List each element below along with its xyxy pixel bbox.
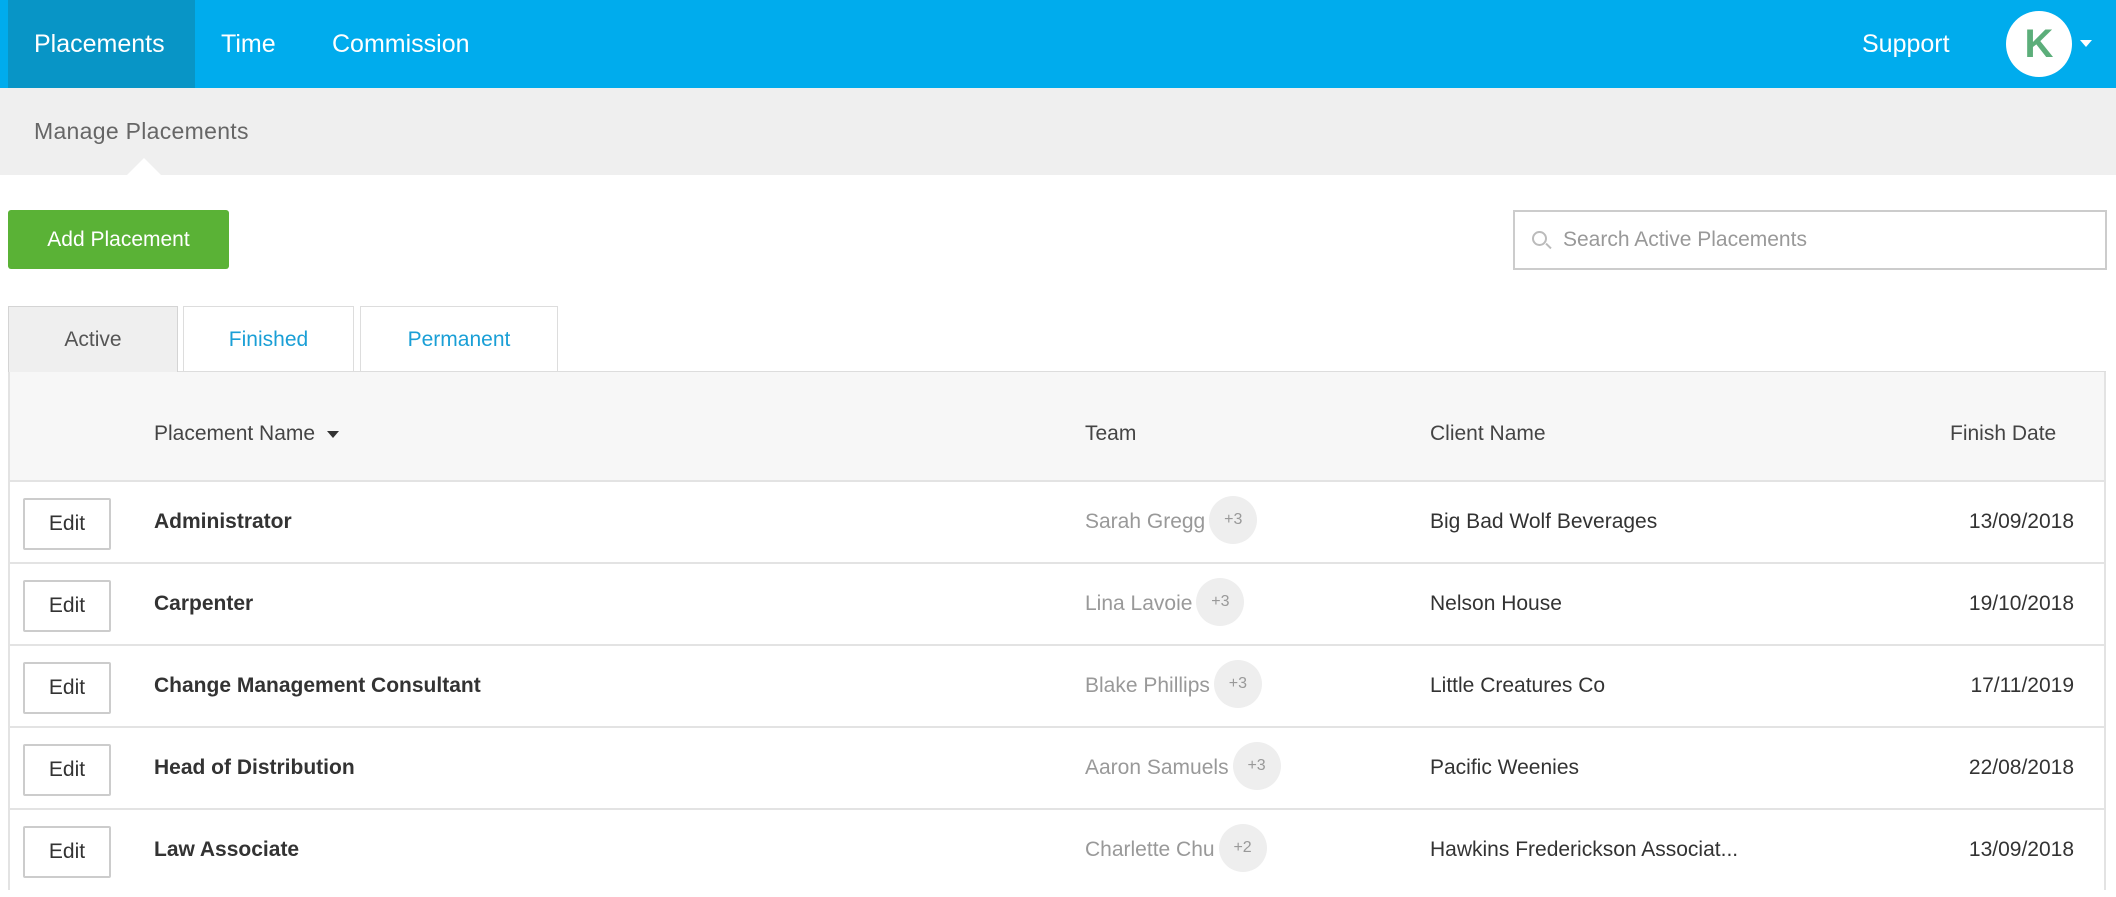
- team-member-name: Aaron Samuels: [1085, 756, 1229, 779]
- finish-date: 22/08/2018: [1968, 756, 2074, 779]
- team-cell: Lina Lavoie +3: [1085, 564, 1245, 644]
- tab-active[interactable]: Active: [8, 306, 178, 373]
- column-header-label: Placement Name: [154, 422, 316, 445]
- finish-date: 13/09/2018: [1968, 838, 2074, 861]
- team-more-badge[interactable]: +3: [1213, 660, 1262, 708]
- user-avatar[interactable]: K: [2006, 11, 2072, 77]
- team-cell: Blake Phillips +3: [1085, 646, 1262, 726]
- tab-permanent[interactable]: Permanent: [360, 306, 558, 372]
- chevron-down-icon[interactable]: [2080, 40, 2092, 47]
- edit-button[interactable]: Edit: [23, 498, 111, 550]
- column-header-team: Team: [1085, 422, 1137, 445]
- client-name: Big Bad Wolf Beverages: [1430, 510, 1658, 533]
- team-more-badge[interactable]: +3: [1196, 578, 1245, 626]
- add-placement-button[interactable]: Add Placement: [8, 210, 229, 269]
- placement-name: Change Management Consultant: [154, 674, 481, 697]
- sort-down-icon: [327, 430, 340, 438]
- finish-date: 19/10/2018: [1968, 592, 2074, 615]
- client-name: Pacific Weenies: [1430, 756, 1580, 779]
- team-member-name: Charlette Chu: [1085, 838, 1215, 861]
- avatar-logo-icon: K: [2024, 21, 2054, 66]
- table-row: Edit Law Associate Charlette Chu +2 Hawk…: [10, 808, 2104, 890]
- placements-table: Placement Name Team Client Name Finish D…: [8, 372, 2106, 890]
- team-member-name: Blake Phillips: [1085, 674, 1210, 697]
- edit-button[interactable]: Edit: [23, 662, 111, 714]
- finish-date: 17/11/2019: [1970, 674, 2074, 697]
- team-member-name: Lina Lavoie: [1085, 592, 1193, 615]
- team-more-badge[interactable]: +3: [1232, 742, 1281, 790]
- placement-name: Carpenter: [154, 592, 254, 615]
- client-name: Little Creatures Co: [1430, 674, 1606, 697]
- team-more-badge[interactable]: +3: [1209, 496, 1258, 544]
- tab-finished[interactable]: Finished: [183, 306, 354, 372]
- table-row: Edit Change Management Consultant Blake …: [10, 644, 2104, 726]
- placement-name: Administrator: [154, 510, 292, 533]
- table-row: Edit Head of Distribution Aaron Samuels …: [10, 726, 2104, 808]
- column-header-placement-name[interactable]: Placement Name: [154, 390, 340, 478]
- placement-name: Law Associate: [154, 838, 300, 861]
- subheader-pointer: [127, 158, 161, 175]
- team-more-badge[interactable]: +2: [1218, 824, 1267, 872]
- search-box: [1513, 210, 2107, 270]
- team-member-name: Sarah Gregg: [1085, 510, 1206, 533]
- table-row: Edit Administrator Sarah Gregg +3 Big Ba…: [10, 480, 2104, 562]
- nav-item-commission[interactable]: Commission: [306, 0, 496, 88]
- edit-button[interactable]: Edit: [23, 580, 111, 632]
- page-subheader: Manage Placements: [0, 88, 2116, 175]
- nav-item-placements[interactable]: Placements: [8, 0, 195, 88]
- client-name: Hawkins Frederickson Associat...: [1430, 838, 1739, 861]
- team-cell: Sarah Gregg +3: [1085, 482, 1258, 562]
- top-navigation-bar: Placements Time Commission Support K: [0, 0, 2116, 88]
- column-header-finish-date: Finish Date: [1950, 422, 2057, 445]
- search-icon: [1532, 231, 1547, 246]
- nav-item-support[interactable]: Support: [1836, 0, 1976, 88]
- client-name: Nelson House: [1430, 592, 1562, 615]
- placement-name: Head of Distribution: [154, 756, 355, 779]
- table-header: Placement Name Team Client Name Finish D…: [10, 372, 2104, 480]
- edit-button[interactable]: Edit: [23, 826, 111, 878]
- edit-button[interactable]: Edit: [23, 744, 111, 796]
- search-input[interactable]: [1563, 212, 2093, 268]
- team-cell: Charlette Chu +2: [1085, 810, 1267, 890]
- team-cell: Aaron Samuels +3: [1085, 728, 1281, 808]
- finish-date: 13/09/2018: [1968, 510, 2074, 533]
- nav-item-time[interactable]: Time: [195, 0, 302, 88]
- column-header-client-name: Client Name: [1430, 422, 1546, 445]
- table-row: Edit Carpenter Lina Lavoie +3 Nelson Hou…: [10, 562, 2104, 644]
